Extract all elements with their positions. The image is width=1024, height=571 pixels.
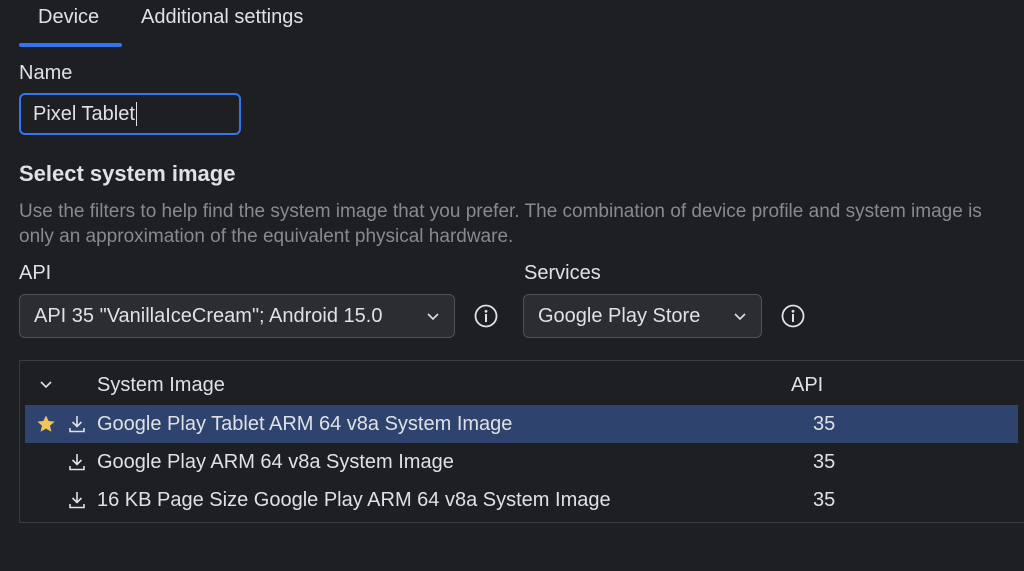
column-header-system-image[interactable]: System Image: [97, 374, 225, 397]
star-icon[interactable]: [36, 414, 56, 434]
table-row[interactable]: 16 KB Page Size Google Play ARM 64 v8a S…: [25, 481, 1018, 519]
collapse-chevron-icon[interactable]: [39, 377, 53, 391]
name-input-value: Pixel Tablet: [33, 102, 135, 125]
api-dropdown[interactable]: API 35 "VanillaIceCream"; Android 15.0: [19, 294, 455, 338]
active-tab-indicator: [19, 43, 122, 47]
section-description: Use the filters to help find the system …: [19, 201, 982, 247]
system-image-name: Google Play ARM 64 v8a System Image: [97, 451, 454, 473]
name-label: Name: [19, 62, 73, 84]
api-filter-label: API: [19, 262, 52, 284]
services-dropdown[interactable]: Google Play Store: [523, 294, 762, 338]
table-row[interactable]: Google Play ARM 64 v8a System Image 35: [25, 443, 1018, 481]
download-icon[interactable]: [67, 490, 87, 510]
download-icon[interactable]: [67, 452, 87, 472]
table-row[interactable]: Google Play Tablet ARM 64 v8a System Ima…: [25, 405, 1018, 443]
system-image-name: Google Play Tablet ARM 64 v8a System Ima…: [97, 413, 513, 435]
system-image-name: 16 KB Page Size Google Play ARM 64 v8a S…: [97, 489, 611, 511]
services-filter-label: Services: [524, 262, 601, 284]
text-caret: [135, 102, 138, 126]
info-icon[interactable]: [473, 303, 499, 329]
column-header-api[interactable]: API: [791, 374, 823, 397]
tab-additional-settings[interactable]: Additional settings: [141, 6, 303, 29]
system-image-api: 35: [813, 451, 836, 473]
system-image-api: 35: [813, 489, 836, 511]
chevron-down-icon: [427, 313, 439, 321]
api-dropdown-value: API 35 "VanillaIceCream"; Android 15.0: [34, 304, 383, 327]
system-image-api: 35: [813, 413, 836, 435]
chevron-down-icon: [734, 313, 746, 321]
section-heading: Select system image: [19, 161, 236, 186]
name-input[interactable]: Pixel Tablet: [19, 93, 241, 135]
services-dropdown-value: Google Play Store: [538, 304, 701, 327]
tab-device[interactable]: Device: [38, 6, 99, 29]
info-icon[interactable]: [780, 303, 806, 329]
download-icon[interactable]: [67, 414, 87, 434]
